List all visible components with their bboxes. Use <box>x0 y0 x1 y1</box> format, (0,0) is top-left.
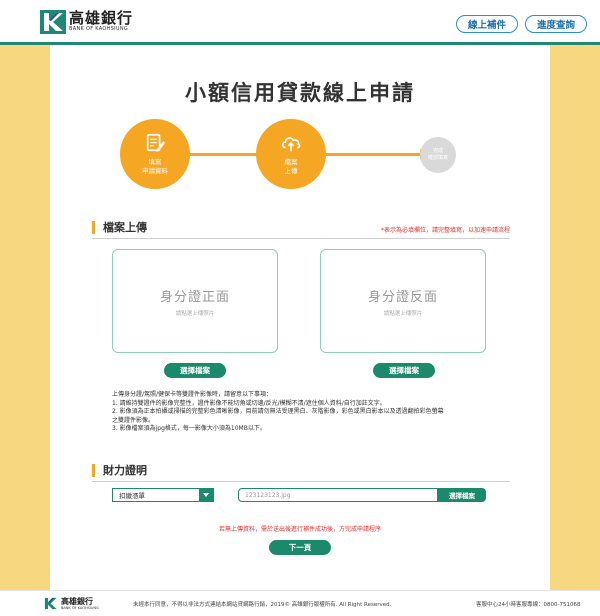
footer-logo-chinese: 高雄銀行 <box>61 597 93 606</box>
cloud-upload-icon <box>281 137 301 152</box>
id-front-upload-box[interactable]: 身分證正面 請點選上傳照片 <box>112 249 278 353</box>
id-back-title: 身分證反面 <box>367 289 438 305</box>
id-front-title: 身分證正面 <box>159 289 230 305</box>
site-footer: 高雄銀行 BANK OF KAOHSIUNG 未經本行同意，不得以非法方式連結本… <box>0 590 600 616</box>
progress-inquiry-button[interactable]: 進度查詢 <box>525 15 587 33</box>
finance-section-title: 財力證明 <box>92 464 147 477</box>
site-header: 高雄銀行 BANK OF KAOHSIUNG 線上補件 進度查詢 <box>0 0 600 45</box>
document-type-select[interactable]: 扣繳憑單 <box>112 488 214 502</box>
choose-id-back-button[interactable]: 選擇檔案 <box>373 363 435 378</box>
form-edit-icon <box>146 133 166 152</box>
id-front-hint: 請點選上傳照片 <box>175 310 215 317</box>
step-1-label: 填寫 申請資料 <box>142 158 168 175</box>
chevron-down-icon <box>199 489 213 501</box>
footer-logo-english: BANK OF KAOHSIUNG <box>61 606 99 610</box>
section-divider <box>92 481 510 482</box>
next-page-button[interactable]: 下一頁 <box>269 540 331 555</box>
bank-logo-icon <box>40 10 66 34</box>
upload-warning: 若無上傳資料，需於送出後進行補件成功後，方完成申請程序 <box>218 526 381 533</box>
instruction-line: 之雙證件影像。 <box>112 416 155 424</box>
bank-logo[interactable]: 高雄銀行 BANK OF KAOHSIUNG <box>40 10 133 34</box>
instruction-line: 1. 請維持雙證件的影像完整性，證件影像不能切角或切邊/反光/模糊不清/遮住個人… <box>112 399 386 407</box>
bank-logo-icon <box>44 597 57 610</box>
application-card: 小額信用貸款線上申請 填寫 申請資料 檔案 上傳 完成 確認填寫 檔案上傳 *表… <box>50 45 550 590</box>
online-supplement-button[interactable]: 線上補件 <box>456 15 518 33</box>
document-type-value: 扣繳憑單 <box>119 492 145 500</box>
logo-chinese-name: 高雄銀行 <box>69 9 134 27</box>
required-field-note: *表示為必填欄位，請完整填寫，以加速申請流程 <box>380 227 510 234</box>
section-divider <box>92 238 510 239</box>
step-fill-application: 填寫 申請資料 <box>120 119 190 189</box>
step-confirm: 完成 確認填寫 <box>420 137 456 173</box>
file-name-field[interactable]: 123123123.jpg <box>238 488 438 502</box>
id-back-upload-box[interactable]: 身分證反面 請點選上傳照片 <box>320 249 486 353</box>
upload-section-title: 檔案上傳 <box>92 221 147 234</box>
footer-logo: 高雄銀行 BANK OF KAOHSIUNG <box>42 596 99 611</box>
upload-instructions: 上傳身分證/駕照/健保卡等雙證件影像時，請留意以下事項： 1. 請維持雙證件的影… <box>112 391 492 434</box>
instruction-line: 3. 影像檔案須為jpg格式，每一影像大小須為10MB以下。 <box>112 425 266 432</box>
id-back-hint: 請點選上傳照片 <box>383 310 423 317</box>
logo-english-name: BANK OF KAOHSIUNG <box>69 26 129 32</box>
page-title: 小額信用貸款線上申請 <box>185 81 415 105</box>
step-3-label: 完成 確認填寫 <box>427 148 448 161</box>
instruction-line: 2. 影像須為正本拍攝或掃描的完整彩色清晰影像，目前請勿無法受理黑白、灰階影像，… <box>112 408 444 415</box>
choose-id-front-button[interactable]: 選擇檔案 <box>164 363 226 378</box>
step-2-label: 檔案 上傳 <box>284 158 298 175</box>
customer-service-hotline: 客服中心24小時客服專線：0800-751068 <box>476 602 581 608</box>
instruction-line: 上傳身分證/駕照/健保卡等雙證件影像時，請留意以下事項： <box>112 391 273 398</box>
choose-finance-file-button[interactable]: 選擇檔案 <box>438 488 486 502</box>
copyright-text: 未經本行同意，不得以非法方式連結本網站貸網路行銷，2019© 高雄銀行版權所有.… <box>133 602 392 608</box>
step-upload-files: 檔案 上傳 <box>256 119 326 189</box>
